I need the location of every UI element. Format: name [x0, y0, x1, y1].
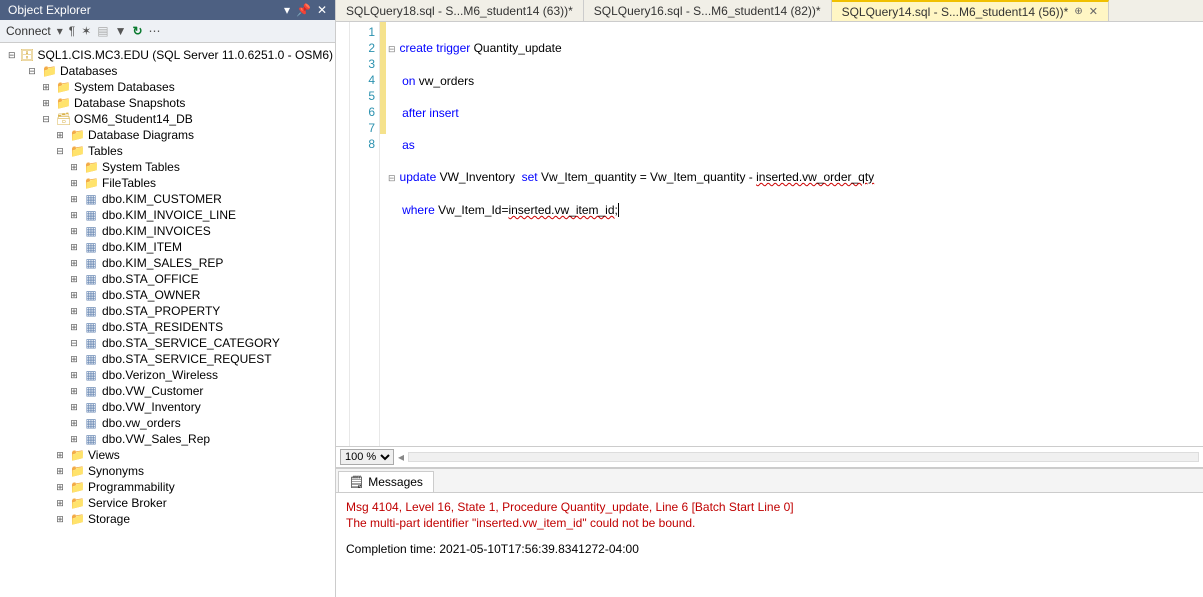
tab-label: SQLQuery14.sql - S...M6_student14 (56))* [842, 5, 1069, 19]
tree-table[interactable]: ⊞▦dbo.STA_SERVICE_REQUEST [0, 351, 335, 367]
explorer-title: Object Explorer [8, 3, 284, 17]
tree-system-databases[interactable]: ⊞📁System Databases [0, 79, 335, 95]
messages-tab[interactable]: 🗒 Messages [338, 471, 434, 492]
editor[interactable]: 12345678 ⊟create trigger Quantity_update… [336, 22, 1203, 446]
scroll-left-icon[interactable]: ◂ [398, 450, 404, 464]
filter-icon[interactable]: ▼ [115, 24, 127, 38]
zoom-bar: 100 % ◂ [336, 446, 1203, 467]
tab-sqlquery18[interactable]: SQLQuery18.sql - S...M6_student14 (63))* [336, 0, 584, 21]
tab-bar: SQLQuery18.sql - S...M6_student14 (63))*… [336, 0, 1203, 22]
tree-views[interactable]: ⊞📁Views [0, 447, 335, 463]
tree-database-snapshots[interactable]: ⊞📁Database Snapshots [0, 95, 335, 111]
tree-databases[interactable]: ⊟📁Databases [0, 63, 335, 79]
messages-tab-label: Messages [368, 475, 423, 489]
tree-table[interactable]: ⊞▦dbo.KIM_INVOICE_LINE [0, 207, 335, 223]
tab-sqlquery14[interactable]: SQLQuery14.sql - S...M6_student14 (56))*… [832, 0, 1109, 21]
error-line: Msg 4104, Level 16, State 1, Procedure Q… [346, 499, 1193, 515]
line-numbers: 12345678 [350, 22, 380, 446]
messages-body[interactable]: Msg 4104, Level 16, State 1, Procedure Q… [336, 493, 1203, 597]
stop-icon[interactable]: ✶ [81, 24, 91, 38]
tree-system-tables[interactable]: ⊞📁System Tables [0, 159, 335, 175]
tree-table[interactable]: ⊞▦dbo.VW_Inventory [0, 399, 335, 415]
tree-table[interactable]: ⊞▦dbo.Verizon_Wireless [0, 367, 335, 383]
zoom-select[interactable]: 100 % [340, 449, 394, 465]
close-tab-icon[interactable]: ✕ [1089, 5, 1098, 18]
tree: ⊟🗄SQL1.CIS.MC3.EDU (SQL Server 11.0.6251… [0, 43, 335, 597]
close-icon[interactable]: ✕ [317, 3, 327, 17]
pin-icon[interactable]: 📌 [296, 3, 311, 17]
tree-database-diagrams[interactable]: ⊞📁Database Diagrams [0, 127, 335, 143]
connect-dropdown-icon[interactable]: ▾ [57, 24, 63, 38]
main-area: SQLQuery18.sql - S...M6_student14 (63))*… [336, 0, 1203, 597]
tab-label: SQLQuery18.sql - S...M6_student14 (63))* [346, 4, 573, 18]
horizontal-scrollbar[interactable] [408, 452, 1199, 462]
tree-table[interactable]: ⊞▦dbo.vw_orders [0, 415, 335, 431]
search-icon[interactable]: ⋯ [149, 24, 161, 38]
tree-table[interactable]: ⊞▦dbo.KIM_INVOICES [0, 223, 335, 239]
explorer-toolbar: Connect ▾ ¶ ✶ ▤ ▼ ↻ ⋯ [0, 20, 335, 43]
completion-time: Completion time: 2021-05-10T17:56:39.834… [346, 541, 1193, 557]
separator: ▤ [97, 24, 108, 38]
tree-table[interactable]: ⊞▦dbo.VW_Sales_Rep [0, 431, 335, 447]
messages-pane: 🗒 Messages Msg 4104, Level 16, State 1, … [336, 467, 1203, 597]
tree-programmability[interactable]: ⊞📁Programmability [0, 479, 335, 495]
error-line: The multi-part identifier "inserted.vw_i… [346, 515, 1193, 531]
dropdown-icon[interactable]: ▾ [284, 3, 290, 17]
tree-table[interactable]: ⊞▦dbo.KIM_CUSTOMER [0, 191, 335, 207]
object-explorer: Object Explorer ▾ 📌 ✕ Connect ▾ ¶ ✶ ▤ ▼ … [0, 0, 336, 597]
tree-table[interactable]: ⊞▦dbo.STA_OFFICE [0, 271, 335, 287]
messages-tabs: 🗒 Messages [336, 469, 1203, 493]
tree-table[interactable]: ⊟▦dbo.STA_SERVICE_CATEGORY [0, 335, 335, 351]
tree-storage[interactable]: ⊞📁Storage [0, 511, 335, 527]
tree-table[interactable]: ⊞▦dbo.KIM_SALES_REP [0, 255, 335, 271]
explorer-header: Object Explorer ▾ 📌 ✕ [0, 0, 335, 20]
messages-icon: 🗒 [349, 475, 364, 489]
tree-table[interactable]: ⊞▦dbo.STA_PROPERTY [0, 303, 335, 319]
pin-icon[interactable]: ⊕ [1074, 6, 1082, 17]
tab-sqlquery16[interactable]: SQLQuery16.sql - S...M6_student14 (82))* [584, 0, 832, 21]
tree-table[interactable]: ⊞▦dbo.VW_Customer [0, 383, 335, 399]
code-area[interactable]: ⊟create trigger Quantity_update ⊟on vw_o… [386, 22, 1203, 446]
tree-synonyms[interactable]: ⊞📁Synonyms [0, 463, 335, 479]
tree-table[interactable]: ⊞▦dbo.STA_RESIDENTS [0, 319, 335, 335]
tree-table[interactable]: ⊞▦dbo.KIM_ITEM [0, 239, 335, 255]
outline-gutter [336, 22, 350, 446]
tree-file-tables[interactable]: ⊞📁FileTables [0, 175, 335, 191]
refresh-icon[interactable]: ↻ [132, 24, 142, 38]
tree-table[interactable]: ⊞▦dbo.STA_OWNER [0, 287, 335, 303]
tree-student-db[interactable]: ⊟🗃OSM6_Student14_DB [0, 111, 335, 127]
tree-server[interactable]: ⊟🗄SQL1.CIS.MC3.EDU (SQL Server 11.0.6251… [0, 47, 335, 63]
disconnect-icon[interactable]: ¶ [69, 24, 75, 38]
connect-button[interactable]: Connect [6, 24, 51, 38]
tree-service-broker[interactable]: ⊞📁Service Broker [0, 495, 335, 511]
tab-label: SQLQuery16.sql - S...M6_student14 (82))* [594, 4, 821, 18]
tree-tables-folder[interactable]: ⊟📁Tables [0, 143, 335, 159]
